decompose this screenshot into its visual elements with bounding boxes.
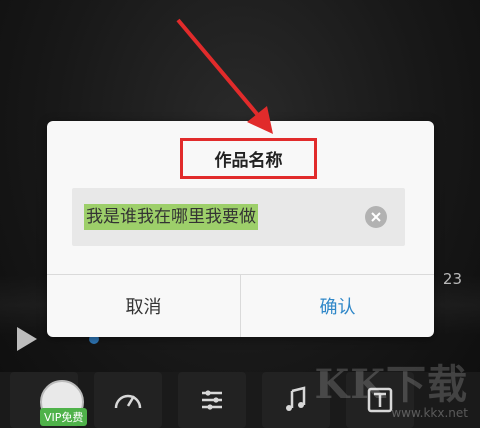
annotation-arrow xyxy=(176,18,273,134)
